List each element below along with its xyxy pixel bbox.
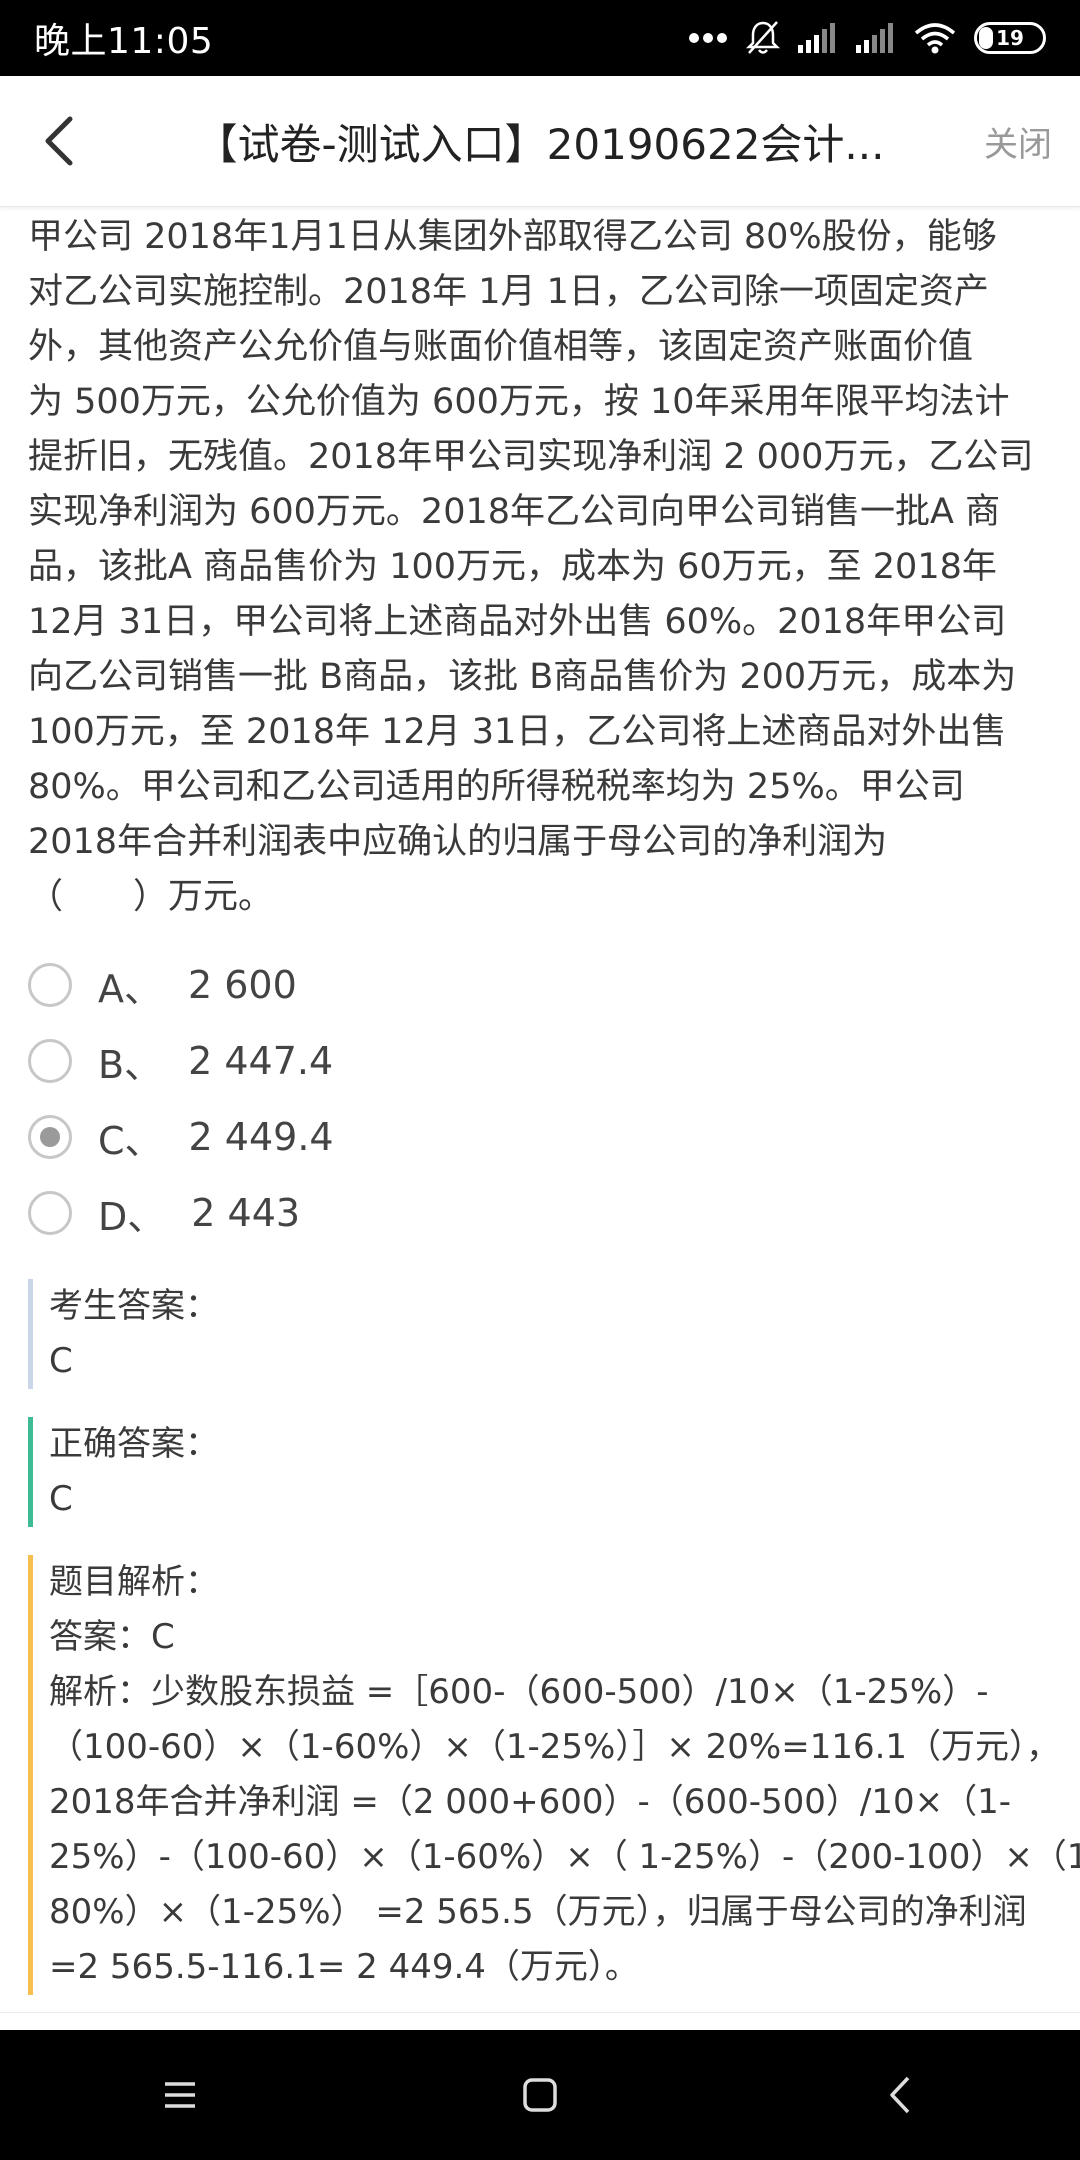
option-letter: D、 [98,1194,166,1239]
question-line: 外，其他资产公允价值与账面价值相等，该固定资产账面价值 [28,327,974,367]
question-line: 80%。甲公司和乙公司适用的所得税税率均为 25%。甲公司 [28,767,965,807]
question-line: 提折旧，无残值。2018年甲公司实现净利润 2 000万元，乙公司 [28,437,1034,477]
system-back-button[interactable] [840,2055,960,2135]
menu-icon [165,2082,195,2108]
radio-button[interactable] [28,963,72,1007]
signal-icon [798,23,835,53]
bell-muted-icon [746,21,780,54]
option-letter: B、 [98,1042,163,1087]
battery-icon: 19 [974,22,1046,54]
correct-answer-block: 正确答案： C [28,1417,1080,1527]
answer-options: A、 2 600 B、 2 447.4 C、 2 449.4 D、 2 443 [28,947,1080,1251]
question-text: 甲公司 2018年1月1日从集团外部取得乙公司 80%股份，能够 对乙公司实施控… [28,210,1080,925]
top-app-bar: 【试卷-测试入口】20190622会计... 关闭 [0,76,1080,207]
analysis-line: 解析：少数股东损益 =［600-（600-500）/10×（1-25%）- [49,1672,989,1712]
page-title: 【试卷-测试入口】20190622会计... [195,119,885,169]
home-button[interactable] [480,2055,600,2135]
question-line: （ ）万元。 [28,877,274,917]
question-line: 甲公司 2018年1月1日从集团外部取得乙公司 80%股份，能够 [28,217,997,257]
question-line: 100万元，至 2018年 12月 31日，乙公司将上述商品对外出售 [28,712,1007,752]
correct-answer-label: 正确答案： [49,1424,219,1464]
content-divider [0,2012,1080,2013]
status-icons: 19 [688,20,1046,56]
analysis-line: 答案：C [49,1617,175,1657]
system-nav-bar [0,2030,1080,2160]
question-line: 2018年合并利润表中应确认的归属于母公司的净利润为 [28,822,888,862]
chevron-left-icon [45,116,73,166]
question-line: 品，该批A 商品售价为 100万元，成本为 60万元，至 2018年 [28,547,997,587]
analysis-block: 题目解析： 答案：C 解析：少数股东损益 =［600-（600-500）/10×… [28,1555,1080,1995]
option-c[interactable]: C、 2 449.4 [28,1099,1080,1175]
student-answer-label: 考生答案： [49,1286,219,1326]
analysis-label: 题目解析： [49,1562,219,1602]
analysis-line: （100-60）×（1-60%）×（1-25%）］× 20%=116.1（万元）… [49,1727,1061,1767]
option-value: 2 600 [188,963,297,1007]
close-button[interactable]: 关闭 [984,76,1052,206]
question-line: 实现净利润为 600万元。2018年乙公司向甲公司销售一批A 商 [28,492,1001,532]
status-time: 晚上11:05 [34,21,214,62]
option-value: 2 447.4 [188,1039,334,1083]
radio-button[interactable] [28,1191,72,1235]
status-bar: 晚上11:05 19 [0,0,1080,76]
radio-button-selected[interactable] [28,1115,72,1159]
analysis-line: 80%）×（1-25%） =2 565.5（万元），归属于母公司的净利润 [49,1892,1027,1932]
square-home-icon [523,2078,557,2112]
correct-answer-value: C [49,1479,73,1519]
question-line: 向乙公司销售一批 B商品，该批 B商品售价为 200万元，成本为 [28,657,1017,697]
option-letter: C、 [98,1118,163,1163]
question-line: 为 500万元，公允价值为 600万元，按 10年采用年限平均法计 [28,382,1010,422]
option-d[interactable]: D、 2 443 [28,1175,1080,1251]
question-line: 对乙公司实施控制。2018年 1月 1日，乙公司除一项固定资产 [28,272,989,312]
wifi-icon [914,23,956,54]
battery-level: 19 [996,26,1024,50]
option-value: 2 443 [191,1191,301,1235]
question-line: 12月 31日，甲公司将上述商品对外出售 60%。2018年甲公司 [28,602,1007,642]
option-a[interactable]: A、 2 600 [28,947,1080,1023]
student-answer-block: 考生答案： C [28,1279,1080,1389]
option-letter: A、 [98,966,162,1011]
analysis-line: 2018年合并净利润 =（2 000+600）-（600-500）/10×（1- [49,1782,1011,1822]
back-button[interactable] [0,76,120,206]
analysis-line: 25%）-（100-60）×（1-60%）×（ 1-25%）-（200-100）… [49,1837,1080,1877]
more-dots-icon [689,33,727,43]
option-value: 2 449.4 [188,1115,334,1159]
signal-icon [856,23,893,53]
menu-button[interactable] [120,2055,240,2135]
option-b[interactable]: B、 2 447.4 [28,1023,1080,1099]
chevron-left-icon [890,2076,910,2114]
analysis-line: =2 565.5-116.1= 2 449.4（万元）。 [49,1947,639,1987]
student-answer-value: C [49,1341,73,1381]
radio-button[interactable] [28,1039,72,1083]
question-content: 甲公司 2018年1月1日从集团外部取得乙公司 80%股份，能够 对乙公司实施控… [28,210,1080,1995]
